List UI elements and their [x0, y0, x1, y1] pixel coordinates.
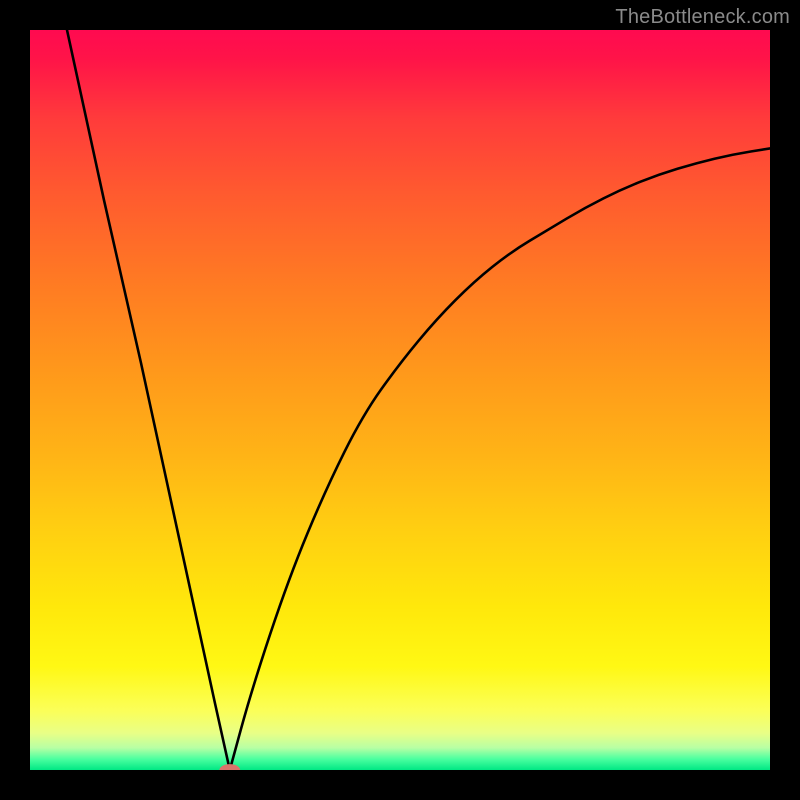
watermark-text: TheBottleneck.com	[615, 6, 790, 29]
curve-left-branch	[67, 30, 230, 770]
minimum-marker	[219, 764, 240, 770]
chart-frame: TheBottleneck.com	[0, 0, 800, 800]
bottleneck-curve	[30, 30, 770, 770]
plot-area	[30, 30, 770, 770]
curve-right-branch	[230, 148, 770, 770]
